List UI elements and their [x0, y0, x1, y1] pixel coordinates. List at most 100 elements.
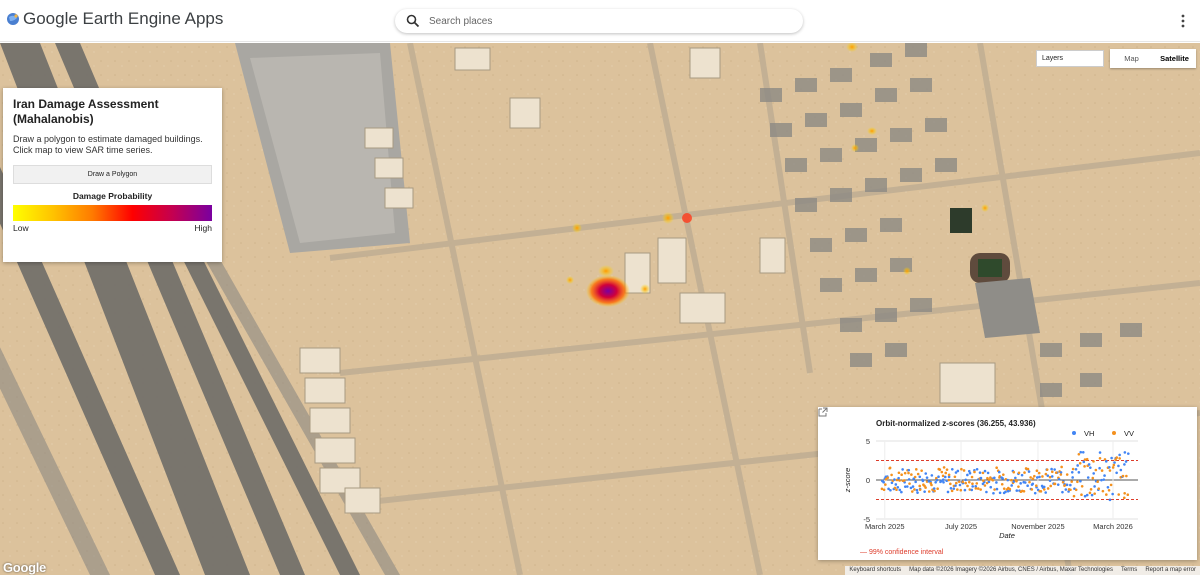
data-point-vh — [1093, 485, 1096, 488]
data-point-vh — [1001, 477, 1004, 480]
data-point-vv — [903, 471, 907, 475]
data-point-vh — [1050, 467, 1053, 471]
terms-link[interactable]: Terms — [1121, 566, 1137, 575]
keyboard-shortcuts-link[interactable]: Keyboard shortcuts — [849, 566, 901, 575]
data-point-vh — [1127, 452, 1130, 455]
data-point-vv — [1053, 482, 1057, 486]
data-point-vv — [1117, 493, 1121, 496]
data-point-vh — [897, 476, 900, 480]
data-point-vv — [1002, 487, 1006, 490]
data-point-vv — [950, 489, 954, 493]
data-point-vh — [995, 487, 999, 491]
data-point-vh — [1048, 479, 1052, 482]
data-point-vh — [894, 483, 898, 486]
data-point-vv — [1023, 471, 1026, 474]
draw-polygon-button[interactable]: Draw a Polygon — [13, 165, 212, 184]
data-point-vh — [1027, 470, 1031, 473]
data-point-vv — [916, 472, 920, 476]
data-point-vv — [1035, 469, 1039, 473]
legend-vh-marker — [1072, 431, 1076, 435]
data-point-vh — [935, 478, 939, 482]
x-tick-label: November 2025 — [1011, 522, 1064, 531]
data-point-vh — [1089, 466, 1092, 469]
data-point-vv — [884, 483, 887, 486]
data-point-vh — [1071, 476, 1074, 479]
data-point-vv — [1028, 480, 1031, 484]
data-point-vh — [1092, 472, 1095, 475]
data-point-vh — [1082, 460, 1086, 464]
data-point-vh — [1079, 479, 1082, 483]
data-point-vv — [949, 482, 952, 486]
data-point-vv — [1077, 452, 1081, 456]
data-point-vv — [947, 473, 951, 477]
top-bar: Google Earth Engine Apps — [0, 0, 1200, 42]
data-point-vv — [1000, 482, 1004, 486]
data-point-vh — [1010, 484, 1013, 487]
data-point-vv — [1071, 467, 1075, 471]
data-point-vh — [997, 470, 1001, 474]
data-point-vh — [930, 474, 934, 477]
data-point-vv — [1083, 465, 1086, 468]
data-point-vh — [1042, 485, 1046, 489]
info-panel: Iran Damage Assessment (Mahalanobis) Dra… — [3, 88, 222, 262]
data-point-vv — [960, 467, 963, 471]
data-point-vv — [1042, 488, 1046, 491]
data-point-vv — [895, 488, 898, 492]
search-input[interactable] — [429, 12, 789, 30]
x-tick-label: March 2025 — [865, 522, 905, 531]
data-point-vh — [1113, 461, 1116, 464]
data-point-vv — [962, 469, 966, 472]
more-vert-icon[interactable] — [1176, 13, 1190, 29]
data-point-vv — [966, 484, 969, 488]
data-point-vh — [1057, 477, 1061, 481]
data-point-vh — [941, 478, 945, 481]
data-point-vv — [1017, 485, 1020, 488]
data-point-vv — [1041, 475, 1044, 478]
data-point-vv — [974, 487, 978, 490]
data-point-vh — [966, 473, 969, 477]
data-point-vv — [1118, 457, 1121, 460]
popout-icon[interactable] — [818, 407, 828, 417]
data-point-vh — [889, 488, 892, 492]
report-map-error-link[interactable]: Report a map error — [1145, 566, 1196, 575]
data-point-vv — [920, 469, 923, 472]
data-point-vh — [956, 469, 960, 473]
map-type-map-button[interactable]: Map — [1110, 49, 1153, 68]
data-point-vh — [1085, 493, 1089, 497]
data-point-vv — [1080, 484, 1084, 488]
data-point-vh — [1065, 483, 1069, 487]
app-title[interactable]: Google Earth Engine Apps — [23, 9, 223, 29]
data-point-vh — [949, 486, 953, 490]
data-point-vh — [1067, 490, 1070, 493]
data-point-vv — [1002, 473, 1005, 476]
data-point-vv — [1022, 489, 1026, 493]
data-point-vv — [898, 479, 901, 482]
data-point-vh — [907, 478, 911, 481]
data-point-vh — [1020, 473, 1024, 477]
data-point-vh — [921, 479, 925, 483]
data-point-vh — [924, 472, 928, 475]
search-icon — [406, 14, 420, 28]
layers-select[interactable]: Layers — [1036, 50, 1104, 67]
data-point-vh — [1102, 478, 1106, 481]
data-point-vh — [1103, 474, 1106, 477]
map-attribution: Keyboard shortcuts Map data ©2026 Imager… — [845, 566, 1200, 575]
data-point-vh — [963, 488, 967, 492]
data-point-vv — [1121, 474, 1125, 478]
data-point-vv — [1091, 476, 1095, 480]
data-point-vh — [985, 490, 988, 494]
data-point-vv — [1074, 488, 1078, 492]
data-point-vv — [1115, 456, 1119, 459]
data-point-vh — [1064, 488, 1068, 491]
data-point-vv — [930, 483, 933, 487]
legend-high-label: High — [194, 223, 212, 233]
search-box[interactable] — [395, 9, 803, 33]
legend-low-label: Low — [13, 223, 29, 233]
data-point-vh — [1074, 467, 1078, 471]
data-point-vh — [882, 480, 885, 484]
map-type-satellite-button[interactable]: Satellite — [1153, 49, 1196, 68]
map-data-text: Map data ©2026 Imagery ©2026 Airbus, CNE… — [909, 567, 1113, 573]
data-point-vv — [927, 490, 931, 493]
data-point-vv — [975, 482, 979, 485]
google-logo[interactable]: Google — [3, 560, 46, 575]
